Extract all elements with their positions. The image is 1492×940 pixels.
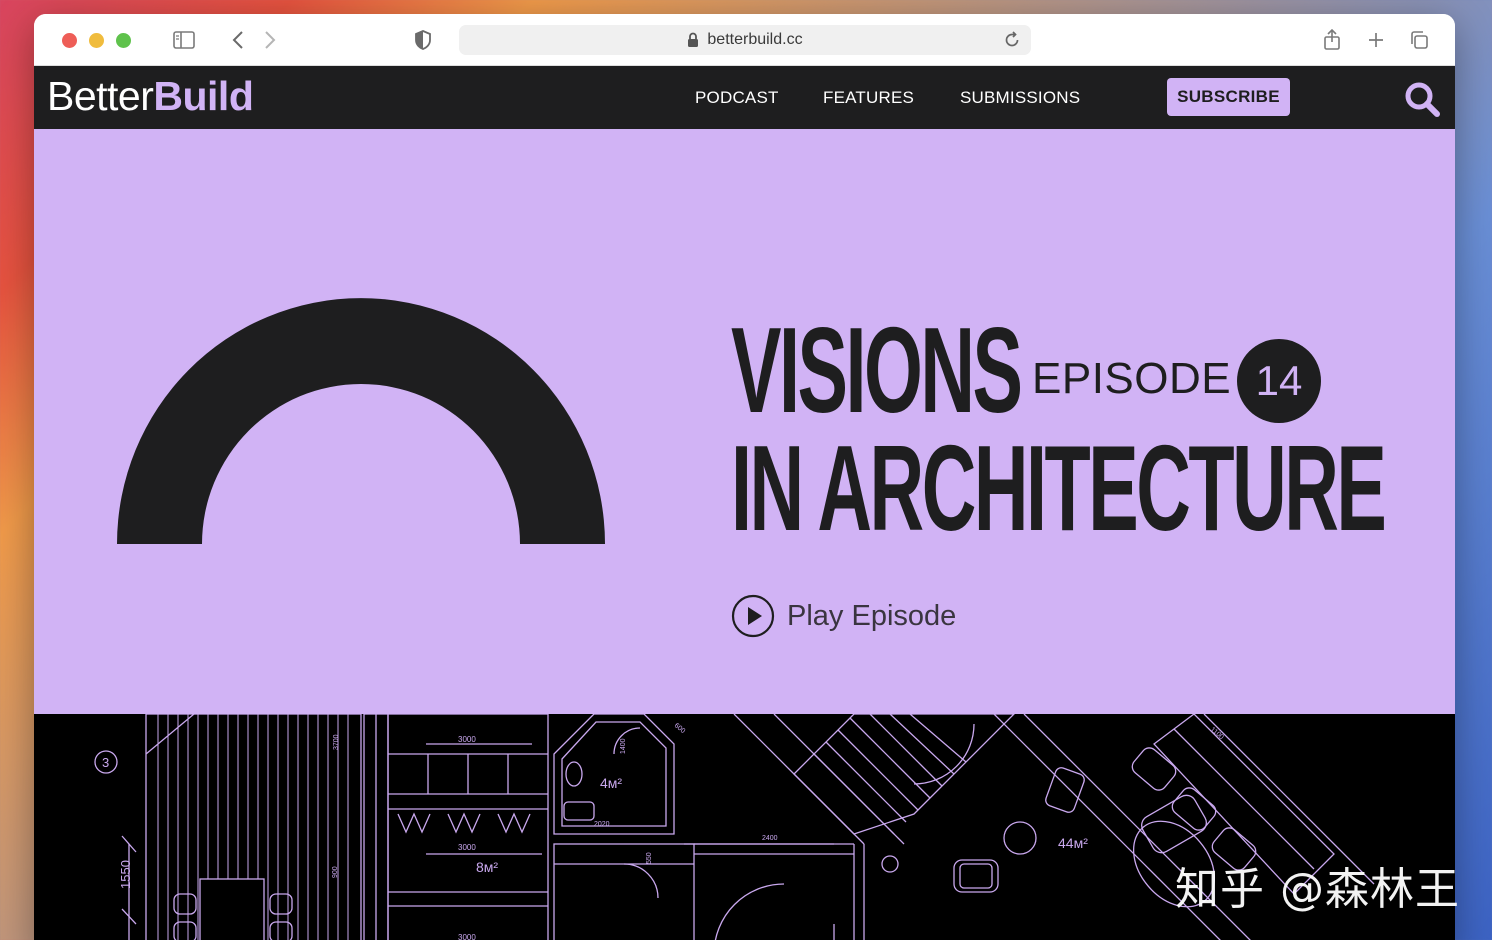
nav-link-submissions[interactable]: SUBMISSIONS <box>960 88 1080 108</box>
logo-bold-text: Build <box>153 73 254 119</box>
title-line-1: VISIONS <box>731 302 1023 438</box>
privacy-shield-icon[interactable] <box>412 28 434 52</box>
nav-link-podcast[interactable]: PODCAST <box>695 88 779 108</box>
zoom-window-button[interactable] <box>116 33 131 48</box>
dimension-label: 3700 <box>333 734 340 750</box>
sidebar-toggle-icon[interactable] <box>172 28 196 52</box>
url-text: betterbuild.cc <box>707 31 803 48</box>
site-header: BetterBuild PODCAST FEATURES SUBMISSIONS… <box>34 66 1455 129</box>
logo-light-text: Better <box>47 73 154 119</box>
back-icon[interactable] <box>228 28 248 52</box>
dimension-label: 1400 <box>620 738 627 754</box>
dimension-label: 1100 <box>1209 726 1225 741</box>
nav-link-features[interactable]: FEATURES <box>823 88 914 108</box>
site-logo[interactable]: BetterBuild <box>47 73 254 120</box>
subscribe-button[interactable]: SUBSCRIBE <box>1167 78 1290 116</box>
play-episode-label: Play Episode <box>787 599 957 632</box>
dimension-label: 2400 <box>762 835 778 842</box>
search-icon[interactable] <box>1402 79 1442 119</box>
share-icon[interactable] <box>1321 28 1343 52</box>
watermark: 知乎 @森林王 <box>1175 864 1460 915</box>
minimize-window-button[interactable] <box>89 33 104 48</box>
room-area-label: 8м² <box>476 859 498 875</box>
close-window-button[interactable] <box>62 33 77 48</box>
title-line-2: IN ARCHITECTURE <box>731 420 1387 556</box>
hero-section: VISIONS EPISODE 14 IN ARCHITECTURE Play … <box>34 129 1455 714</box>
address-bar[interactable]: betterbuild.cc <box>459 25 1031 55</box>
forward-icon[interactable] <box>260 28 280 52</box>
dimension-label: 2020 <box>594 821 610 828</box>
arch-graphic <box>116 281 606 550</box>
play-circle-icon <box>731 594 775 638</box>
grid-marker-label: 3 <box>102 755 109 770</box>
reload-icon[interactable] <box>1003 31 1021 54</box>
play-episode-button[interactable]: Play Episode <box>731 594 956 638</box>
room-area-label: 4м² <box>600 775 622 791</box>
dimension-label: 1550 <box>118 860 133 889</box>
dimension-label: 600 <box>673 722 687 735</box>
tab-overview-icon[interactable] <box>1408 28 1430 52</box>
dimension-label: 3000 <box>458 933 476 940</box>
lock-icon <box>687 32 699 48</box>
episode-label: EPISODE <box>1032 354 1232 403</box>
browser-toolbar: betterbuild.cc <box>34 14 1455 66</box>
episode-number-badge: 14 <box>1237 339 1321 423</box>
new-tab-icon[interactable] <box>1365 28 1387 52</box>
dimension-label: 900 <box>332 866 339 878</box>
dimension-label: 3000 <box>458 843 476 852</box>
room-area-label: 44м² <box>1058 835 1088 851</box>
dimension-label: 3000 <box>458 735 476 744</box>
dimension-label: 550 <box>646 852 653 864</box>
browser-window: betterbuild.cc BetterBuild PODCAST FEATU… <box>34 14 1455 940</box>
